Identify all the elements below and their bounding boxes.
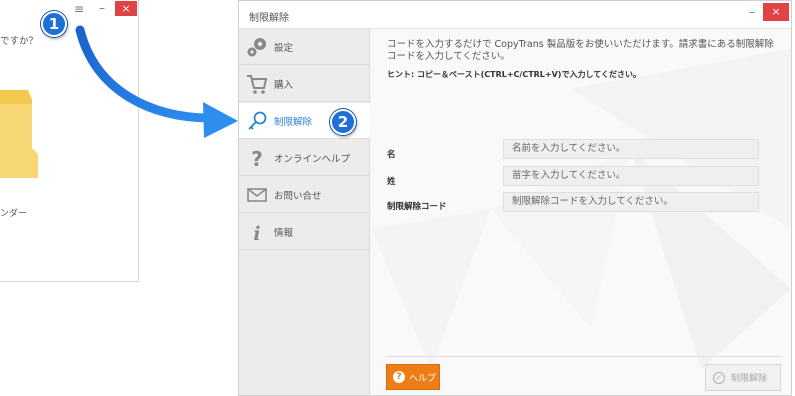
first-name-label: 名: [387, 150, 396, 160]
background-window: ≡ – × ですか？ ンダー: [0, 0, 139, 282]
sidebar-item-info[interactable]: i 情報: [239, 214, 370, 250]
hamburger-icon[interactable]: ≡: [72, 2, 86, 16]
envelope-icon: [246, 184, 268, 206]
background-question-text: ですか？: [0, 36, 39, 47]
step-2-badge: 2: [330, 109, 356, 135]
background-titlebar: ≡ – ×: [0, 0, 139, 20]
help-icon: ?: [393, 371, 405, 383]
sidebar-item-purchase[interactable]: 購入: [239, 66, 370, 102]
unlock-content: コードを入力するだけで CopyTrans 製品版をお使いいただけます。請求書に…: [371, 29, 791, 395]
background-folder-label: ンダー: [0, 209, 28, 219]
sidebar: 設定 購入 制限解除 ? オンラインヘルプ お問い合せ i 情報: [239, 29, 370, 395]
sidebar-item-online-help[interactable]: ? オンラインヘルプ: [239, 140, 370, 176]
background-pattern: [371, 49, 791, 369]
minimize-button[interactable]: –: [745, 5, 759, 21]
unlock-hint: ヒント: コピー＆ペースト(CTRL+C/CTRL+V)で入力してください。: [387, 70, 641, 79]
unlock-button-label: 制限解除: [731, 374, 768, 384]
last-name-field[interactable]: 苗字を入力してください。: [503, 166, 759, 186]
sidebar-item-label: 制限解除: [274, 116, 313, 128]
background-close-button[interactable]: ×: [115, 1, 137, 16]
unlock-code-field[interactable]: 制限解除コードを入力してください。: [503, 192, 759, 212]
sidebar-item-settings[interactable]: 設定: [239, 29, 370, 65]
unlock-dialog: 制限解除 – × 設定 購入 制限解除 ? オンラインヘルプ お問い合せ i 情…: [238, 0, 792, 396]
step-1-badge: 1: [41, 11, 67, 37]
folder-icon: [0, 90, 38, 178]
check-circle-icon: ✓: [713, 371, 725, 384]
unlock-description: コードを入力するだけで CopyTrans 製品版をお使いいただけます。請求書に…: [387, 39, 774, 62]
sidebar-item-label: オンラインヘルプ: [274, 153, 351, 165]
cart-icon: [246, 73, 268, 95]
svg-text:i: i: [253, 223, 260, 243]
unlock-code-label: 制限解除コード: [387, 202, 447, 212]
background-minimize-button[interactable]: –: [95, 2, 109, 16]
dialog-titlebar: 制限解除 – ×: [239, 1, 791, 29]
help-button[interactable]: ? ヘルプ: [386, 364, 440, 390]
sidebar-item-label: 購入: [274, 79, 294, 91]
question-icon: ?: [246, 147, 268, 169]
last-name-label: 姓: [387, 177, 396, 187]
gears-icon: [246, 36, 268, 58]
help-button-label: ヘルプ: [409, 373, 437, 384]
sidebar-item-label: 設定: [274, 42, 294, 54]
close-button[interactable]: ×: [763, 3, 789, 21]
key-icon: [246, 110, 268, 132]
footer-divider: [387, 356, 781, 357]
sidebar-item-contact[interactable]: お問い合せ: [239, 177, 370, 213]
unlock-button[interactable]: ✓ 制限解除: [705, 364, 781, 391]
sidebar-item-label: お問い合せ: [274, 190, 322, 202]
info-icon: i: [246, 221, 268, 243]
sidebar-item-label: 情報: [274, 227, 294, 239]
dialog-title: 制限解除: [249, 13, 289, 24]
svg-text:?: ?: [251, 147, 263, 169]
first-name-field[interactable]: 名前を入力してください。: [503, 139, 759, 159]
